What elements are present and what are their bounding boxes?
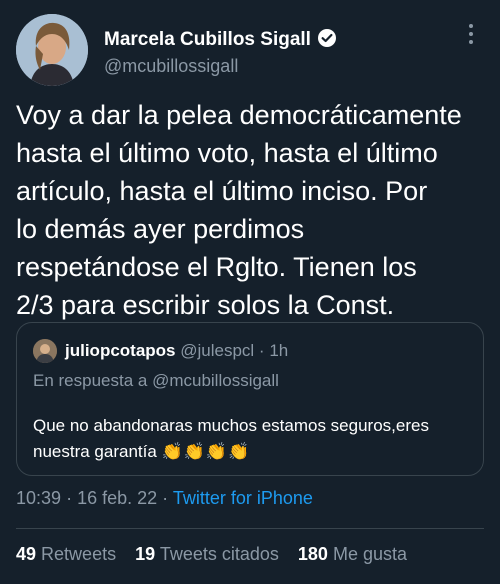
likes-count: 180 [297,544,328,564]
quote-tweets-label: Tweets citados [159,544,279,564]
quoted-separator: · [258,341,265,360]
quoted-time[interactable]: 1h [269,341,288,360]
verified-badge-icon [317,28,337,54]
likes-stat[interactable]: 180 Me gusta [298,544,407,564]
clapping-hands-emoji-icon: 👏👏👏👏 [161,442,251,461]
meta-dot: · [162,488,169,508]
author-avatar[interactable] [16,14,88,86]
quoted-author-avatar[interactable] [33,339,57,363]
quoted-reply-to: En respuesta a @mcubillossigall [33,371,279,390]
author-handle[interactable]: @mcubillossigall [104,56,238,77]
tweet-metadata: 10:39 · 16 feb. 22 · Twitter for iPhone [16,488,313,509]
quoted-author-name[interactable]: juliopcotapos [65,341,176,360]
quote-tweets-stat[interactable]: 19 Tweets citados [135,544,279,564]
quoted-tweet[interactable]: juliopcotapos @julespcl · 1h En respuest… [16,322,484,476]
likes-label: Me gusta [332,544,408,564]
tweet-source-link[interactable]: Twitter for iPhone [173,488,313,508]
author-name[interactable]: Marcela Cubillos Sigall [104,28,337,54]
quoted-tweet-text: Que no abandonaras muchos estamos seguro… [33,413,473,465]
quoted-tweet-header: juliopcotapos @julespcl · 1h [65,341,288,361]
quoted-author-handle[interactable]: @julespcl [180,341,254,360]
quote-tweets-count: 19 [135,544,156,564]
tweet-date[interactable]: 16 feb. 22 [77,488,157,508]
meta-dot: · [66,488,73,508]
tweet-time[interactable]: 10:39 [16,488,61,508]
engagement-stats: 49 Retweets 19 Tweets citados 180 Me gus… [16,544,421,565]
author-name-text: Marcela Cubillos Sigall [104,29,311,50]
tweet-header: Marcela Cubillos Sigall @mcubillossigall [16,14,488,88]
retweets-stat[interactable]: 49 Retweets [16,544,116,564]
tweet-text: Voy a dar la pelea democráticamente hast… [16,100,462,320]
divider [16,528,484,529]
retweets-label: Retweets [41,544,117,564]
retweets-count: 49 [16,544,37,564]
more-options-icon[interactable] [468,24,474,46]
